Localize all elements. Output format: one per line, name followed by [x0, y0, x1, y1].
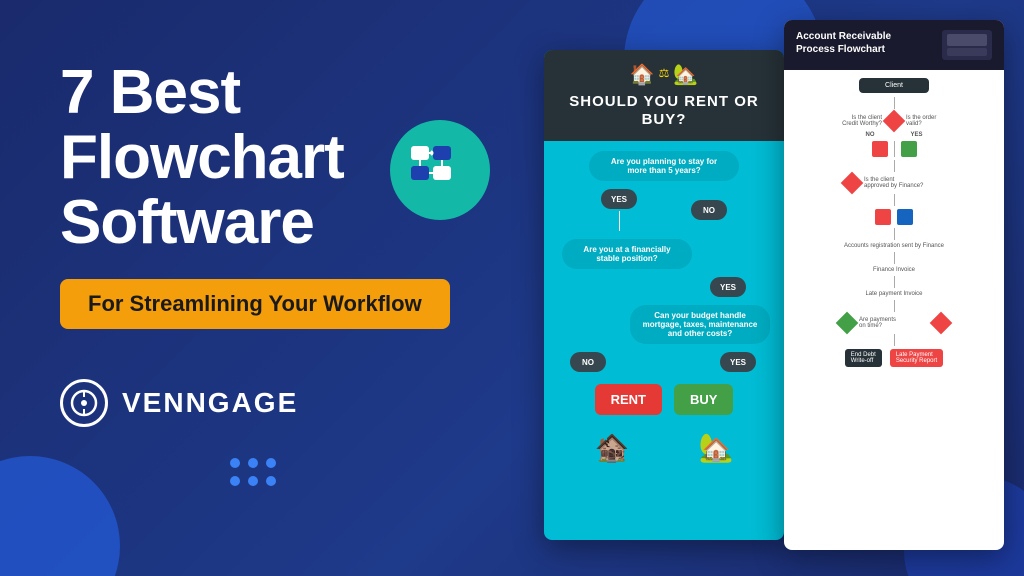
- ar-line1: [894, 97, 895, 109]
- ar-diamond1: [883, 110, 906, 133]
- rb-yes3: YES: [720, 352, 756, 372]
- ar-flow-content: Is the clientCredit Worthy? Is the order…: [790, 113, 998, 367]
- flowchart-icon-circle: [390, 120, 490, 220]
- rent-buy-card: 🏠 ⚖ 🏡 SHOULD YOU RENT OR BUY? Are you pl…: [544, 50, 784, 540]
- buy-result: BUY: [674, 384, 733, 415]
- rent-house-icon: 🏚️: [595, 431, 630, 464]
- venngage-logo-icon: [60, 379, 108, 427]
- ar-boxes-row1: [872, 141, 917, 157]
- images-area: 🏠 ⚖ 🏡 SHOULD YOU RENT OR BUY? Are you pl…: [544, 20, 1004, 556]
- rent-result: RENT: [595, 384, 662, 415]
- ar-logo-small: [942, 30, 992, 60]
- rb-no-row: NO YES: [552, 352, 776, 372]
- buy-house-icon: 🏡: [699, 431, 734, 464]
- ar-line6: [894, 276, 895, 288]
- subtitle-badge: For Streamlining Your Workflow: [60, 279, 450, 329]
- ar-title-block: Account Receivable Process Flowchart: [796, 30, 891, 56]
- ar-end-box2: Late PaymentSecurity Report: [890, 349, 943, 367]
- house-icons-row: 🏠 ⚖ 🏡: [552, 62, 776, 87]
- rent-buy-header: 🏠 ⚖ 🏡 SHOULD YOU RENT OR BUY?: [544, 50, 784, 141]
- rb-yes2: YES: [710, 277, 746, 297]
- logo-text: VENNGAGE: [122, 387, 298, 419]
- ar-green-box1: [901, 141, 917, 157]
- dots-decoration: [230, 458, 276, 486]
- logo-area: VENNGAGE: [60, 379, 580, 427]
- rent-buy-body: Are you planning to stay for more than 5…: [544, 141, 784, 482]
- ar-flowchart-card: Account Receivable Process Flowchart Cli…: [784, 20, 1004, 550]
- ar-title-line1: Account Receivable: [796, 30, 891, 43]
- rb-no1: NO: [691, 200, 727, 220]
- ar-body: Client Is the clientCredit Worthy? Is th…: [784, 70, 1004, 375]
- ar-blue-box: [897, 209, 913, 225]
- ar-title-line2: Process Flowchart: [796, 43, 891, 56]
- left-content-area: 7 Best Flowchart Software For Streamlini…: [60, 60, 580, 427]
- ar-red-box1: [872, 141, 888, 157]
- ar-row3: Are paymentson time?: [790, 315, 998, 331]
- background: ✦ ✦ 7 Best Flowchart Software For Stream…: [0, 0, 1024, 576]
- ar-line5: [894, 252, 895, 264]
- ar-header: Account Receivable Process Flowchart: [784, 20, 1004, 70]
- ar-line4: [894, 228, 895, 240]
- ar-diamond4: [930, 312, 953, 335]
- ar-boxes-row2: [875, 209, 913, 225]
- ar-finance-label: Finance Invoice: [873, 267, 915, 273]
- ar-diamond2: [841, 172, 864, 195]
- page-title: 7 Best Flowchart Software: [60, 60, 580, 255]
- rb-question1: Are you planning to stay for more than 5…: [589, 151, 739, 181]
- rb-yes1: YES: [601, 189, 637, 209]
- rb-yes-row: YES: [552, 277, 776, 297]
- ar-line8: [894, 334, 895, 346]
- rb-no2: NO: [570, 352, 606, 372]
- ar-red-box2: [875, 209, 891, 225]
- rb-question2: Are you at a financially stable position…: [562, 239, 692, 269]
- ar-v-line1: [894, 141, 895, 157]
- rb-yesno-row1: YES NO: [574, 189, 754, 231]
- ar-end-box1: End DebtWrite-off: [845, 349, 882, 367]
- ar-client-node: Client: [859, 78, 929, 93]
- rb-house-icons-bottom: 🏚️ 🏡: [552, 423, 776, 472]
- decorative-circle-left: [0, 456, 120, 576]
- ar-process-note: Accounts registration sent by Finance: [829, 243, 959, 249]
- rb-result-buttons: RENT BUY: [595, 384, 734, 415]
- ar-line7: [894, 300, 895, 312]
- ar-row2: Is the clientapproved by Finance?: [790, 175, 998, 191]
- ar-row1: Is the clientCredit Worthy? Is the order…: [790, 113, 998, 129]
- ar-line3: [894, 194, 895, 206]
- rb-question3: Can your budget handle mortgage, taxes, …: [630, 305, 770, 344]
- ar-diamond3: [836, 312, 859, 335]
- ar-late-payment: Late payment Invoice: [865, 291, 922, 297]
- ar-yes-no-labels1: NO YES: [790, 132, 998, 138]
- ar-line2: [894, 160, 895, 172]
- ar-bottom-boxes: End DebtWrite-off Late PaymentSecurity R…: [845, 349, 943, 367]
- rent-buy-title: SHOULD YOU RENT OR BUY?: [552, 93, 776, 129]
